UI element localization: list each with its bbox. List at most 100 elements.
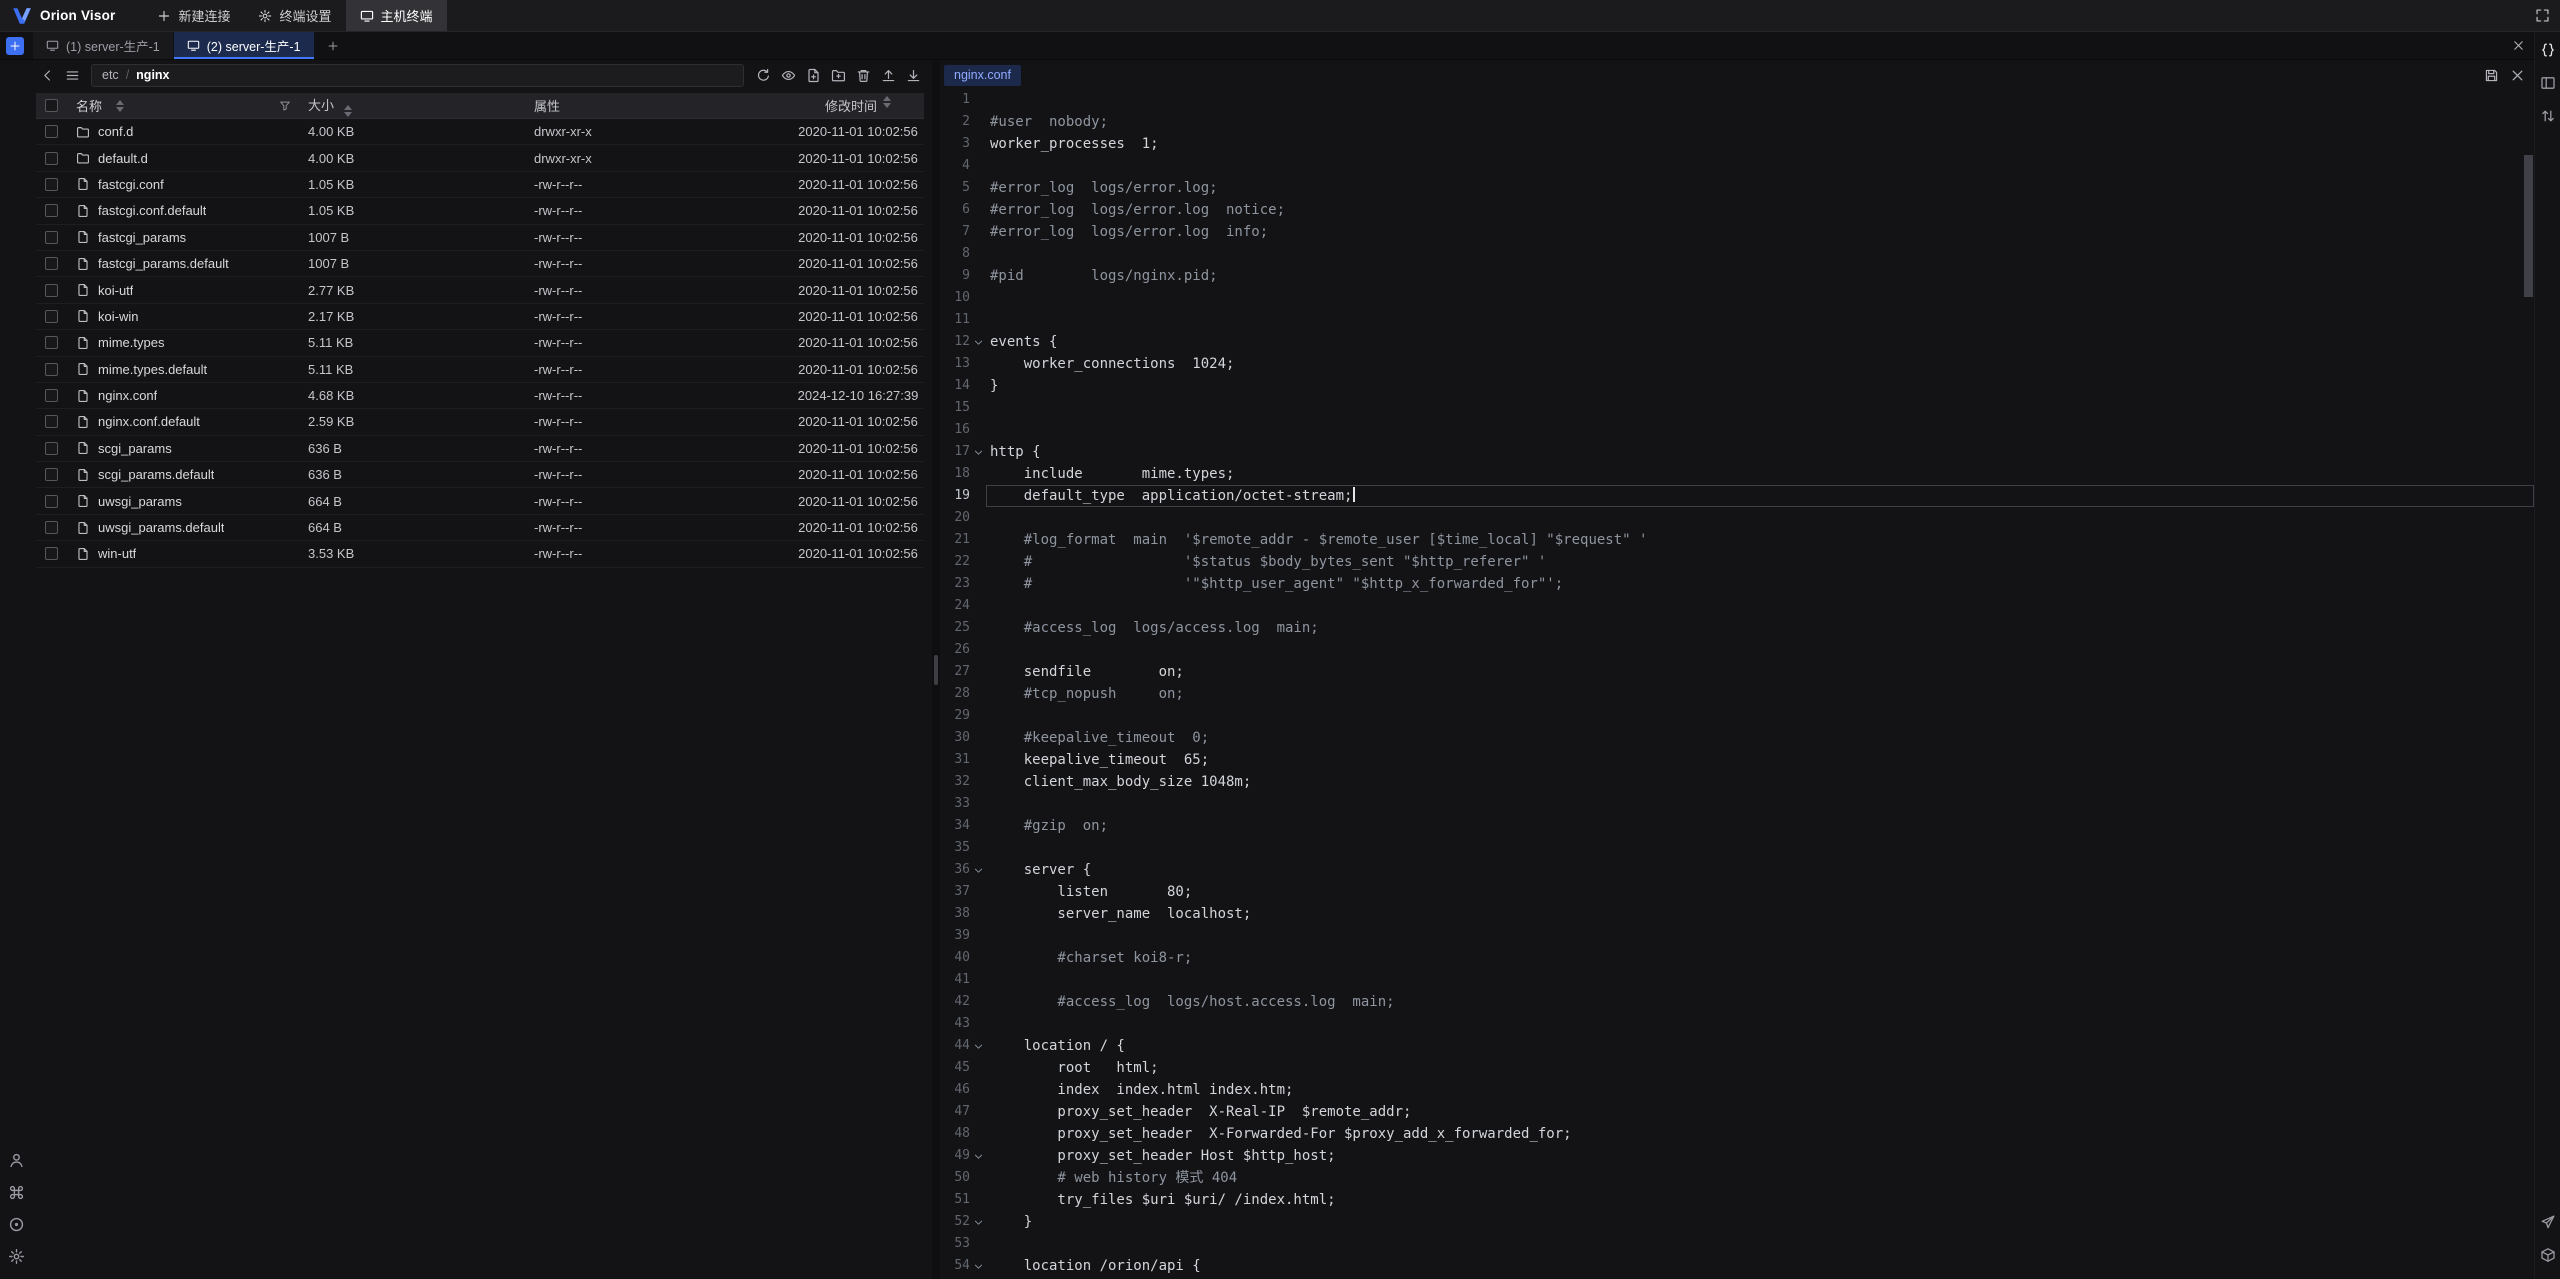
row-checkbox[interactable]	[45, 547, 58, 560]
code-line-48[interactable]: 48 proxy_set_header X-Forwarded-For $pro…	[940, 1123, 2534, 1145]
breadcrumb-segment[interactable]: etc	[102, 68, 119, 82]
user-button[interactable]	[1, 1149, 31, 1171]
code-line-10[interactable]: 10	[940, 287, 2534, 309]
code-line-38[interactable]: 38 server_name localhost;	[940, 903, 2534, 925]
code-line-32[interactable]: 32 client_max_body_size 1048m;	[940, 771, 2534, 793]
shortcuts-button[interactable]	[1, 1181, 31, 1203]
file-row-fastcgi_params.default[interactable]: fastcgi_params.default 1007 B -rw-r--r--…	[36, 251, 924, 277]
code-line-37[interactable]: 37 listen 80;	[940, 881, 2534, 903]
code-line-21[interactable]: 21 #log_format main '$remote_addr - $rem…	[940, 529, 2534, 551]
code-line-18[interactable]: 18 include mime.types;	[940, 463, 2534, 485]
delete-button[interactable]	[852, 64, 874, 86]
code-line-31[interactable]: 31 keepalive_timeout 65;	[940, 749, 2534, 771]
editor-view-button[interactable]	[2536, 38, 2560, 62]
close-editor-button[interactable]	[2506, 64, 2528, 86]
filter-button[interactable]	[276, 97, 294, 115]
file-row-conf.d[interactable]: conf.d 4.00 KB drwxr-xr-x 2020-11-01 10:…	[36, 119, 924, 145]
row-checkbox[interactable]	[45, 468, 58, 481]
code-line-11[interactable]: 11	[940, 309, 2534, 331]
code-line-42[interactable]: 42 #access_log logs/host.access.log main…	[940, 991, 2534, 1013]
select-all-checkbox[interactable]	[45, 99, 58, 112]
terminal-tab-1[interactable]: (1) server-生产-1	[33, 32, 174, 59]
show-hidden-button[interactable]	[777, 64, 799, 86]
new-folder-button[interactable]	[827, 64, 849, 86]
fold-chevron-icon[interactable]	[970, 1151, 986, 1162]
file-row-win-utf[interactable]: win-utf 3.53 KB -rw-r--r-- 2020-11-01 10…	[36, 541, 924, 567]
code-line-49[interactable]: 49 proxy_set_header Host $http_host;	[940, 1145, 2534, 1167]
settings-button[interactable]	[1, 1245, 31, 1267]
code-line-43[interactable]: 43	[940, 1013, 2534, 1035]
row-checkbox[interactable]	[45, 204, 58, 217]
code-line-44[interactable]: 44 location / {	[940, 1035, 2534, 1057]
code-line-34[interactable]: 34 #gzip on;	[940, 815, 2534, 837]
back-button[interactable]	[36, 64, 58, 86]
fold-chevron-icon[interactable]	[970, 865, 986, 876]
code-line-12[interactable]: 12 events {	[940, 331, 2534, 353]
breadcrumb-segment[interactable]: nginx	[136, 68, 169, 82]
fold-chevron-icon[interactable]	[970, 1217, 986, 1228]
panel-resize-handle[interactable]	[934, 655, 938, 685]
code-line-17[interactable]: 17 http {	[940, 441, 2534, 463]
fold-chevron-icon[interactable]	[970, 337, 986, 348]
save-file-button[interactable]	[2480, 64, 2502, 86]
file-panel-button[interactable]	[2536, 71, 2560, 95]
new-file-button[interactable]	[802, 64, 824, 86]
code-line-20[interactable]: 20	[940, 507, 2534, 529]
code-line-8[interactable]: 8	[940, 243, 2534, 265]
file-row-uwsgi_params[interactable]: uwsgi_params 664 B -rw-r--r-- 2020-11-01…	[36, 488, 924, 514]
row-checkbox[interactable]	[45, 231, 58, 244]
file-row-nginx.conf.default[interactable]: nginx.conf.default 2.59 KB -rw-r--r-- 20…	[36, 409, 924, 435]
code-line-1[interactable]: 1	[940, 89, 2534, 111]
file-row-mime.types.default[interactable]: mime.types.default 5.11 KB -rw-r--r-- 20…	[36, 357, 924, 383]
fullscreen-button[interactable]	[2524, 0, 2560, 31]
add-tab-button[interactable]	[323, 36, 343, 56]
code-line-5[interactable]: 5 #error_log logs/error.log;	[940, 177, 2534, 199]
code-line-16[interactable]: 16	[940, 419, 2534, 441]
file-row-koi-utf[interactable]: koi-utf 2.77 KB -rw-r--r-- 2020-11-01 10…	[36, 277, 924, 303]
code-line-41[interactable]: 41	[940, 969, 2534, 991]
code-line-4[interactable]: 4	[940, 155, 2534, 177]
code-line-14[interactable]: 14 }	[940, 375, 2534, 397]
code-editor[interactable]: 1 2 #user nobody; 3 worker_processes 1; …	[940, 89, 2534, 1279]
sort-size-button[interactable]	[344, 105, 352, 117]
terminal-tab-2[interactable]: (2) server-生产-1	[174, 32, 315, 59]
code-line-13[interactable]: 13 worker_connections 1024;	[940, 353, 2534, 375]
transfer-list-button[interactable]	[2536, 104, 2560, 128]
file-row-koi-win[interactable]: koi-win 2.17 KB -rw-r--r-- 2020-11-01 10…	[36, 304, 924, 330]
theme-button[interactable]	[1, 1213, 31, 1235]
code-line-47[interactable]: 47 proxy_set_header X-Real-IP $remote_ad…	[940, 1101, 2534, 1123]
file-row-fastcgi_params[interactable]: fastcgi_params 1007 B -rw-r--r-- 2020-11…	[36, 225, 924, 251]
row-checkbox[interactable]	[45, 521, 58, 534]
row-checkbox[interactable]	[45, 415, 58, 428]
row-checkbox[interactable]	[45, 495, 58, 508]
editor-file-tab[interactable]: nginx.conf	[944, 65, 1021, 86]
file-row-mime.types[interactable]: mime.types 5.11 KB -rw-r--r-- 2020-11-01…	[36, 330, 924, 356]
code-line-30[interactable]: 30 #keepalive_timeout 0;	[940, 727, 2534, 749]
code-line-19[interactable]: 19 default_type application/octet-stream…	[940, 485, 2534, 507]
code-line-2[interactable]: 2 #user nobody;	[940, 111, 2534, 133]
download-button[interactable]	[902, 64, 924, 86]
row-checkbox[interactable]	[45, 152, 58, 165]
code-line-24[interactable]: 24	[940, 595, 2534, 617]
code-line-50[interactable]: 50 # web history 模式 404	[940, 1167, 2534, 1189]
row-checkbox[interactable]	[45, 442, 58, 455]
code-line-39[interactable]: 39	[940, 925, 2534, 947]
file-row-fastcgi.conf.default[interactable]: fastcgi.conf.default 1.05 KB -rw-r--r-- …	[36, 198, 924, 224]
code-line-53[interactable]: 53	[940, 1233, 2534, 1255]
code-line-51[interactable]: 51 try_files $uri $uri/ /index.html;	[940, 1189, 2534, 1211]
row-checkbox[interactable]	[45, 125, 58, 138]
row-checkbox[interactable]	[45, 389, 58, 402]
code-line-29[interactable]: 29	[940, 705, 2534, 727]
code-line-46[interactable]: 46 index index.html index.htm;	[940, 1079, 2534, 1101]
topbar-item-host-terminal[interactable]: 主机终端	[346, 0, 447, 31]
code-line-40[interactable]: 40 #charset koi8-r;	[940, 947, 2534, 969]
row-checkbox[interactable]	[45, 178, 58, 191]
file-row-default.d[interactable]: default.d 4.00 KB drwxr-xr-x 2020-11-01 …	[36, 145, 924, 171]
code-line-52[interactable]: 52 }	[940, 1211, 2534, 1233]
code-line-15[interactable]: 15	[940, 397, 2534, 419]
file-row-scgi_params.default[interactable]: scgi_params.default 636 B -rw-r--r-- 202…	[36, 462, 924, 488]
topbar-item-new-connection[interactable]: 新建连接	[143, 0, 244, 31]
sort-name-button[interactable]	[116, 100, 124, 112]
file-row-scgi_params[interactable]: scgi_params 636 B -rw-r--r-- 2020-11-01 …	[36, 436, 924, 462]
code-line-35[interactable]: 35	[940, 837, 2534, 859]
